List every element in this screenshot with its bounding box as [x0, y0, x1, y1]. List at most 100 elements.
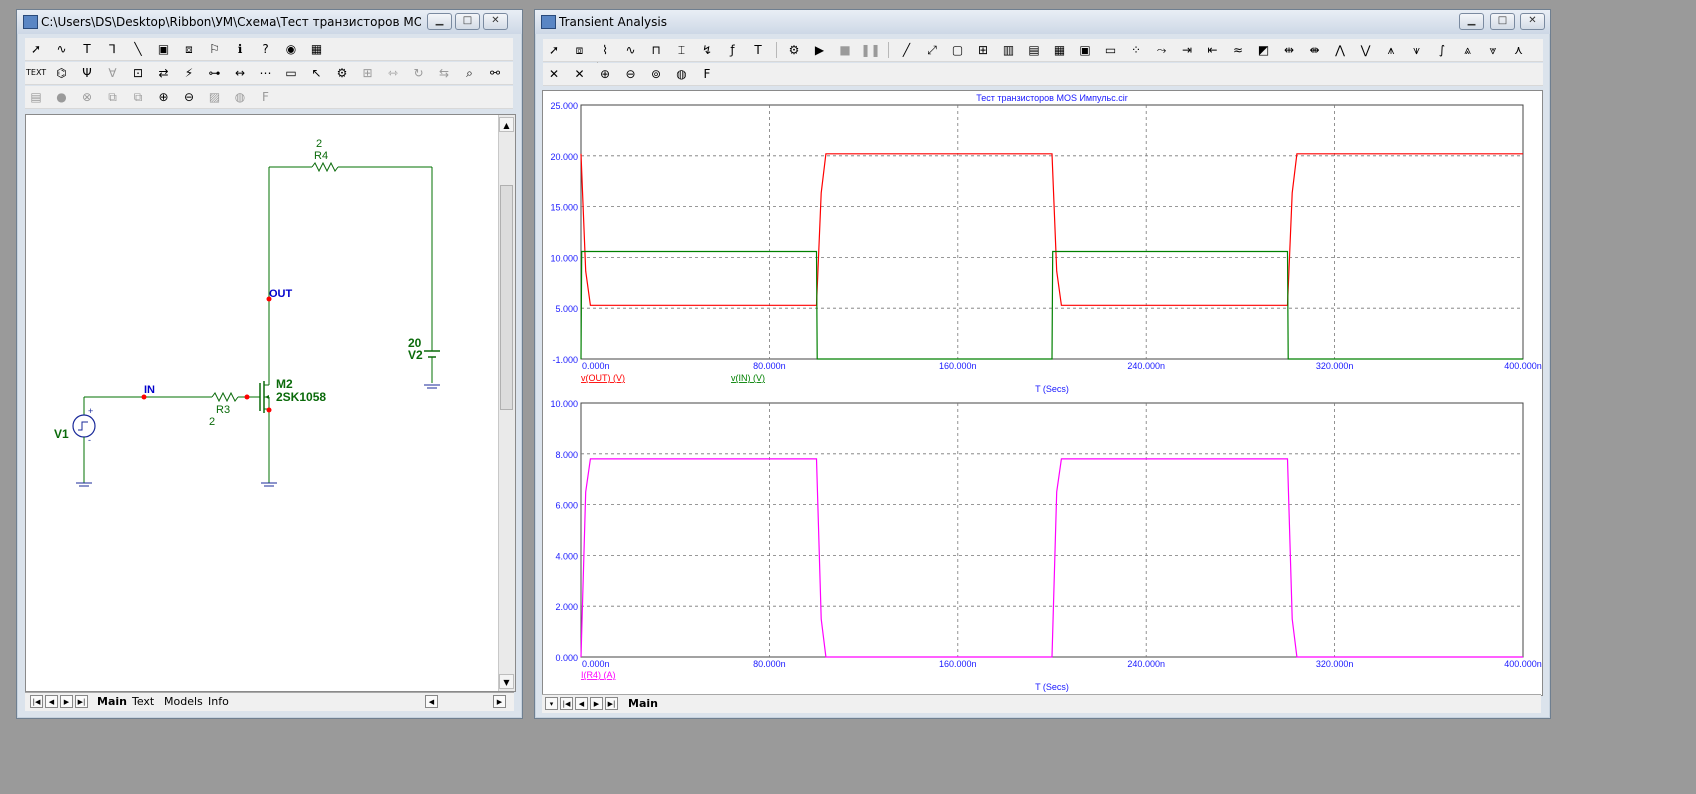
high-icon[interactable]: ⩚: [1381, 41, 1401, 59]
tag-icon[interactable]: ⊓: [646, 41, 666, 59]
zoom-fit-icon[interactable]: ⊚: [646, 65, 666, 83]
component-icon[interactable]: ▣: [154, 40, 174, 58]
cancel-icon[interactable]: ⊗: [77, 88, 97, 106]
global-peak-icon[interactable]: ⋏: [1509, 41, 1529, 59]
paste-icon[interactable]: ⧉: [128, 88, 148, 106]
point-to-end-icon[interactable]: ◉: [281, 40, 301, 58]
v2-battery[interactable]: [424, 350, 440, 389]
flag-icon[interactable]: ⚐: [205, 40, 225, 58]
info-icon[interactable]: ℹ: [230, 40, 250, 58]
peak-icon[interactable]: ⋀: [1330, 41, 1350, 59]
tab-main[interactable]: Main: [97, 694, 127, 709]
rotate-icon[interactable]: ↻: [409, 64, 429, 82]
low-icon[interactable]: ⩛: [1407, 41, 1427, 59]
data-points-icon[interactable]: ⁘: [1126, 41, 1146, 59]
line-icon[interactable]: ╱: [897, 41, 917, 59]
zoom-out-icon[interactable]: ⊖: [179, 88, 199, 106]
ruler-icon[interactable]: ▦: [1050, 41, 1070, 59]
cursor-tool-icon[interactable]: ↖: [307, 64, 327, 82]
cursor-mode-icon[interactable]: ✕: [544, 65, 564, 83]
font-icon[interactable]: F: [697, 65, 717, 83]
flip-icon[interactable]: ⇿: [383, 64, 403, 82]
analysis-maximize-button[interactable]: □: [1490, 13, 1515, 30]
palette-icon[interactable]: ◍: [230, 88, 250, 106]
text-icon[interactable]: T: [748, 41, 768, 59]
source-node[interactable]: [266, 407, 272, 413]
performance-tag-icon[interactable]: ƒ: [723, 41, 743, 59]
stop-icon[interactable]: ■: [835, 41, 855, 59]
show-power-icon[interactable]: ⚡: [179, 64, 199, 82]
pause-icon[interactable]: ❚❚: [861, 41, 881, 59]
binoculars-icon[interactable]: ⚯: [485, 64, 505, 82]
hscroll-left-icon[interactable]: ◀: [425, 695, 438, 708]
show-current-icon[interactable]: ⇄: [154, 64, 174, 82]
orthogonal-wire-icon[interactable]: ⅂: [103, 40, 123, 58]
analysis-titlebar[interactable]: Transient Analysis ▁ □ ✕: [535, 10, 1550, 34]
last-page-icon[interactable]: ▶|: [605, 697, 618, 710]
zoom-in-icon[interactable]: ⊕: [154, 88, 174, 106]
plot-area[interactable]: -1.000 5.000 10.000 15.000 20.000 25.000 0.000…: [542, 90, 1543, 696]
global-low-icon[interactable]: ⩔: [1483, 41, 1503, 59]
frame-icon[interactable]: ▢: [948, 41, 968, 59]
cursor-mode2-icon[interactable]: ✕: [570, 65, 590, 83]
find-icon[interactable]: ⌕: [460, 64, 480, 82]
tokens-icon[interactable]: ⤳: [1152, 41, 1172, 59]
close-button[interactable]: ✕: [483, 13, 508, 30]
analysis-close-button[interactable]: ✕: [1520, 13, 1545, 30]
tab-main[interactable]: Main: [628, 696, 658, 711]
r3-resistor[interactable]: [211, 391, 239, 403]
valley-icon[interactable]: ⋁: [1356, 41, 1376, 59]
run-icon[interactable]: ▶: [810, 41, 830, 59]
select-mode-icon[interactable]: ➚: [26, 40, 46, 58]
attribute-text-icon[interactable]: Ψ: [77, 64, 97, 82]
report-icon[interactable]: ▤: [26, 88, 46, 106]
schematic-drawing[interactable]: 2 R4 OUT 20 V2 M2 2SK1058 IN R3 2 + - V1: [26, 115, 496, 691]
properties-icon[interactable]: ⚙: [332, 64, 352, 82]
global-high-icon[interactable]: ⩓: [1458, 41, 1478, 59]
analysis-minimize-button[interactable]: ▁: [1459, 13, 1484, 30]
wire-mode-icon[interactable]: ∿: [52, 40, 72, 58]
next-page-icon[interactable]: ▶: [60, 695, 73, 708]
properties-icon[interactable]: ⚙: [784, 41, 804, 59]
mirror-icon[interactable]: ⇆: [434, 64, 454, 82]
pin-connection-icon[interactable]: ↔: [230, 64, 250, 82]
grid-dots-icon[interactable]: ⋯: [256, 64, 276, 82]
maximize-button[interactable]: □: [455, 13, 480, 30]
point-tag-icon[interactable]: ⌶: [672, 41, 692, 59]
help-icon[interactable]: ?: [256, 40, 276, 58]
color-icon[interactable]: ◩: [1254, 41, 1274, 59]
scroll-down-icon[interactable]: ▼: [499, 674, 514, 689]
r4-resistor[interactable]: [269, 161, 432, 173]
align-icon[interactable]: ⊞: [358, 64, 378, 82]
scroll-up-icon[interactable]: ▲: [499, 117, 514, 132]
tab-models[interactable]: Models: [164, 694, 203, 709]
palette-icon[interactable]: ◍: [672, 65, 692, 83]
text-mode-icon[interactable]: T: [77, 40, 97, 58]
show-state-icon[interactable]: ⊶: [205, 64, 225, 82]
inflection-icon[interactable]: ∫: [1432, 41, 1452, 59]
select-mode-icon[interactable]: ➚: [544, 41, 564, 59]
gate-node[interactable]: [244, 394, 250, 400]
m2-mosfet[interactable]: [259, 381, 270, 483]
shape-icon[interactable]: ⧈: [179, 40, 199, 58]
schematic-vscrollbar[interactable]: ▲ ▼: [498, 115, 515, 691]
tab-info[interactable]: Info: [208, 694, 229, 709]
stop-icon[interactable]: ●: [52, 88, 72, 106]
plus-icon[interactable]: ▣: [1075, 41, 1095, 59]
first-page-icon[interactable]: |◀: [560, 697, 573, 710]
prev-page-icon[interactable]: ◀: [575, 697, 588, 710]
baseline-icon[interactable]: ▭: [1101, 41, 1121, 59]
last-page-icon[interactable]: ▶|: [75, 695, 88, 708]
schematic-canvas[interactable]: 2 R4 OUT 20 V2 M2 2SK1058 IN R3 2 + - V1…: [25, 114, 516, 692]
next-simple-icon[interactable]: ⇹: [1279, 41, 1299, 59]
arrow-line-icon[interactable]: ⤢: [922, 41, 942, 59]
next-page-icon[interactable]: ▶: [590, 697, 603, 710]
schematic-titlebar[interactable]: C:\Users\DS\Desktop\Ribbon\УМ\Схема\Тест…: [17, 10, 522, 34]
minor-grid-icon[interactable]: ▥: [999, 41, 1019, 59]
diagonal-wire-icon[interactable]: ╲: [128, 40, 148, 58]
minimize-button[interactable]: ▁: [427, 13, 452, 30]
zoom-out-icon[interactable]: ⊖: [621, 65, 641, 83]
cursor-icon[interactable]: ⇥: [1177, 41, 1197, 59]
grid-icon[interactable]: ⊞: [973, 41, 993, 59]
copy-icon[interactable]: ⧉: [103, 88, 123, 106]
